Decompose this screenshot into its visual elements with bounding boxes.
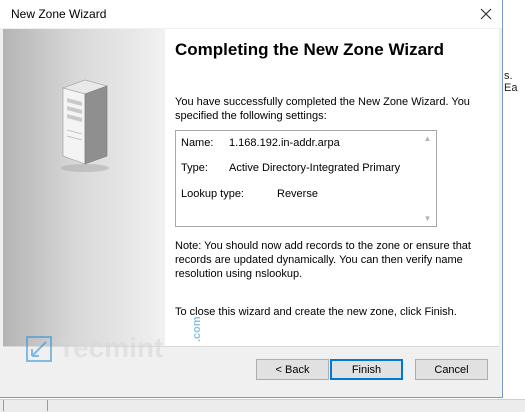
setting-label-type: Type: [181,162,208,174]
intro-text: You have successfully completed the New … [175,96,470,122]
back-button[interactable]: < Back [256,359,329,380]
setting-label-lookup-type: Lookup type: [181,188,244,200]
settings-summary-box[interactable]: Name: 1.168.192.in-addr.arpa Type: Activ… [175,130,437,227]
close-icon [480,8,492,20]
note-text: Note: You should now add records to the … [175,240,471,280]
page-title: Completing the New Zone Wizard [175,40,445,59]
scroll-down-icon[interactable]: ▼ [423,214,432,223]
new-zone-wizard-dialog: New Zone Wizard Completing the New Zone … [0,0,503,398]
tecmint-logo-icon [26,336,52,362]
background-text-fragment: s. Ea [504,70,518,94]
close-button[interactable] [472,0,500,28]
wizard-content: Completing the New Zone Wizard You have … [165,29,499,346]
background-divider [3,400,4,411]
setting-value-lookup-type: Reverse [277,188,318,200]
watermark-suffix: .com [191,316,203,342]
scroll-up-icon[interactable]: ▲ [423,134,432,143]
cancel-button[interactable]: Cancel [415,359,488,380]
window-title: New Zone Wizard [11,7,107,21]
watermark-text: Tecmint [58,332,164,363]
background-status-strip [0,399,525,412]
wizard-side-panel [3,29,165,346]
setting-value-type: Active Directory-Integrated Primary [229,162,401,174]
summary-scrollbar[interactable]: ▲ ▼ [420,132,435,225]
title-bar[interactable]: New Zone Wizard [0,0,502,28]
finish-button[interactable]: Finish [330,359,403,380]
finish-instructions: To close this wizard and create the new … [175,306,457,318]
server-icon [61,79,109,172]
setting-value-name: 1.168.192.in-addr.arpa [229,137,340,149]
background-divider [47,400,48,411]
setting-label-name: Name: [181,137,214,149]
